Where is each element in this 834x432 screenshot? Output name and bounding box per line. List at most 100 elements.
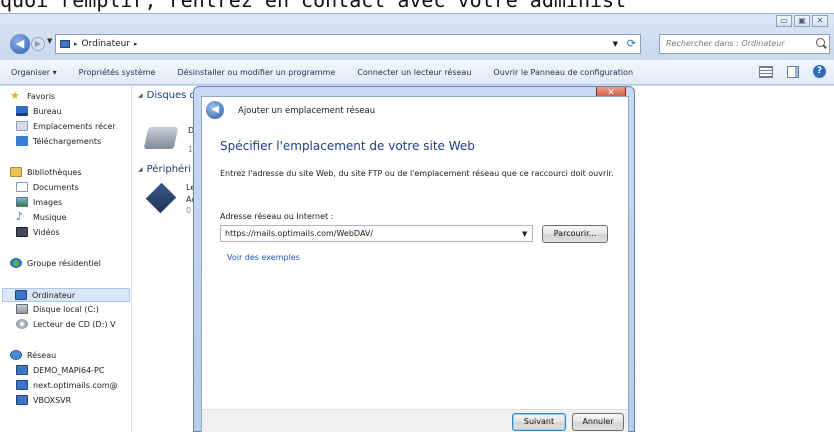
add-network-location-dialog: ✕ ◀ Ajouter un emplacement réseau Spécif… [193, 86, 635, 432]
sidebar-item-disque-local[interactable]: Disque local (C:) [16, 304, 99, 314]
forward-button[interactable]: ▶ [31, 37, 45, 51]
organiser-menu[interactable]: Organiser ▾ [0, 68, 68, 77]
homegroup-icon [10, 258, 22, 268]
browse-button[interactable]: Parcourir... [542, 225, 608, 243]
sidebar-item-label: Lecteur de CD (D:) V [33, 319, 116, 329]
help-icon[interactable]: ? [813, 65, 826, 78]
sidebar-item-label: Ordinateur [32, 290, 76, 300]
collapse-arrow-icon[interactable]: ◢ [138, 166, 143, 173]
sidebar-item-emplacements[interactable]: Emplacements récer [16, 121, 116, 131]
sidebar-item-label: Réseau [27, 350, 57, 360]
sidebar-item-label: Images [33, 197, 63, 207]
view-controls: ? [759, 65, 826, 78]
sidebar-item-telechargements[interactable]: Téléchargements [16, 136, 101, 146]
desinstaller-programme-button[interactable]: Désinstaller ou modifier un programme [166, 68, 346, 77]
sidebar-item-groupe-residentiel[interactable]: Groupe résidentiel [10, 258, 101, 268]
navigation-pane: ★ Favoris Bureau Emplacements récer Télé… [0, 86, 132, 432]
preview-pane-icon[interactable] [787, 65, 799, 78]
breadcrumb-separator[interactable]: ▸ [74, 40, 78, 48]
hard-drive-icon[interactable] [143, 127, 179, 149]
downloads-icon [16, 136, 28, 146]
sidebar-item-label: Musique [33, 212, 67, 222]
back-button[interactable]: ◀ [10, 34, 30, 54]
collapse-arrow-icon[interactable]: ◢ [138, 92, 143, 99]
dialog-title: Ajouter un emplacement réseau [238, 106, 376, 116]
library-icon [10, 167, 22, 177]
sidebar-item-label: DEMO_MAPI64-PC [33, 365, 105, 375]
computer-icon [16, 395, 28, 405]
virtualbox-cd-icon[interactable] [145, 182, 177, 214]
sidebar-item-bibliotheques[interactable]: Bibliothèques [10, 167, 82, 177]
computer-icon [60, 40, 70, 48]
sidebar-item-label: Favoris [27, 91, 56, 101]
sidebar-item-vboxsvr[interactable]: VBOXSVR [16, 395, 71, 405]
videos-icon [16, 227, 28, 237]
sidebar-item-label: Vidéos [33, 227, 60, 237]
command-bar: Organiser ▾ Propriétés système Désinstal… [0, 60, 834, 85]
sidebar-item-label: Bibliothèques [27, 167, 82, 177]
address-bar[interactable]: ▸ Ordinateur ▸ ▼ ⟳ [55, 34, 641, 54]
network-icon [10, 350, 22, 360]
refresh-icon[interactable]: ⟳ [627, 37, 636, 50]
cd-size-fragment: 0 [186, 206, 192, 215]
sidebar-item-label: Emplacements récer [33, 121, 116, 131]
hard-drive-icon [16, 304, 28, 314]
dialog-header: ◀ Ajouter un emplacement réseau [202, 97, 628, 125]
see-examples-link[interactable]: Voir des exemples [227, 253, 300, 262]
sidebar-item-reseau[interactable]: Réseau [10, 350, 56, 360]
sidebar-item-label: next.optimails.com@ [33, 380, 118, 390]
sidebar-item-demo-pc[interactable]: DEMO_MAPI64-PC [16, 365, 104, 375]
back-arrow-icon[interactable]: ◀ [206, 101, 224, 119]
connecter-lecteur-reseau-button[interactable]: Connecter un lecteur réseau [346, 68, 482, 77]
top-caption-text: quoi remplir, rentrez en contact avec vo… [0, 0, 627, 12]
ouvrir-panneau-configuration-button[interactable]: Ouvrir le Panneau de configuration [482, 68, 644, 77]
group-header-peripheriques[interactable]: ◢ Périphéri [138, 164, 191, 175]
computer-icon [16, 365, 28, 375]
star-icon: ★ [10, 89, 20, 102]
breadcrumb-separator[interactable]: ▸ [134, 40, 138, 48]
images-icon [16, 197, 28, 207]
computer-icon [16, 380, 28, 390]
sidebar-item-lecteur-cd[interactable]: Lecteur de CD (D:) V [16, 319, 116, 329]
address-field-label: Adresse réseau ou Internet : [220, 212, 334, 221]
window-controls: ▭ ▣ ✕ [776, 15, 828, 27]
sidebar-item-documents[interactable]: Documents [16, 182, 79, 192]
sidebar-item-label: Disque local (C:) [33, 304, 99, 314]
next-button[interactable]: Suivant [512, 413, 566, 431]
sidebar-item-label: Téléchargements [33, 136, 102, 146]
address-row: ◀ ▶ ▼ ▸ Ordinateur ▸ ▼ ⟳ Rechercher dans… [0, 33, 834, 57]
sidebar-item-videos[interactable]: Vidéos [16, 227, 60, 237]
close-button[interactable]: ✕ [812, 15, 828, 27]
sidebar-item-next-optimails[interactable]: next.optimails.com@ [16, 380, 118, 390]
sidebar-item-ordinateur[interactable]: Ordinateur [2, 288, 130, 302]
search-placeholder: Rechercher dans : Ordinateur [666, 39, 785, 48]
search-input[interactable]: Rechercher dans : Ordinateur [659, 34, 830, 54]
sidebar-item-musique[interactable]: ♪ Musique [16, 211, 67, 222]
proprietes-systeme-button[interactable]: Propriétés système [68, 68, 167, 77]
computer-icon [15, 290, 27, 300]
maximize-button[interactable]: ▣ [794, 15, 810, 27]
sidebar-item-label: Groupe résidentiel [27, 258, 101, 268]
address-history-dropdown-icon[interactable]: ▼ [522, 230, 527, 238]
change-view-icon[interactable] [759, 65, 773, 78]
network-address-input[interactable]: https://mails.optimails.com/WebDAV/ [220, 225, 533, 242]
dialog-body: ◀ Ajouter un emplacement réseau Spécifie… [201, 96, 629, 432]
minimize-button[interactable]: ▭ [776, 15, 792, 27]
recent-places-icon [16, 121, 28, 131]
search-icon[interactable] [816, 38, 825, 47]
sidebar-item-images[interactable]: Images [16, 197, 62, 207]
desktop-icon [16, 106, 28, 116]
breadcrumb-ordinateur[interactable]: Ordinateur [82, 39, 131, 49]
dialog-description: Entrez l'adresse du site Web, du site FT… [220, 169, 614, 178]
cancel-button[interactable]: Annuler [572, 413, 624, 431]
sidebar-item-label: Documents [33, 182, 79, 192]
sidebar-item-label: Bureau [33, 106, 62, 116]
recent-pages-dropdown[interactable]: ▼ [47, 37, 52, 45]
address-dropdown-icon[interactable]: ▼ [613, 40, 618, 48]
sidebar-item-bureau[interactable]: Bureau [16, 106, 62, 116]
sidebar-item-favoris[interactable]: ★ Favoris [10, 89, 56, 102]
documents-icon [16, 182, 28, 192]
group-header-disques[interactable]: ◢ Disques d [138, 90, 196, 101]
sidebar-item-label: VBOXSVR [33, 395, 72, 405]
cd-drive-icon [16, 319, 28, 329]
